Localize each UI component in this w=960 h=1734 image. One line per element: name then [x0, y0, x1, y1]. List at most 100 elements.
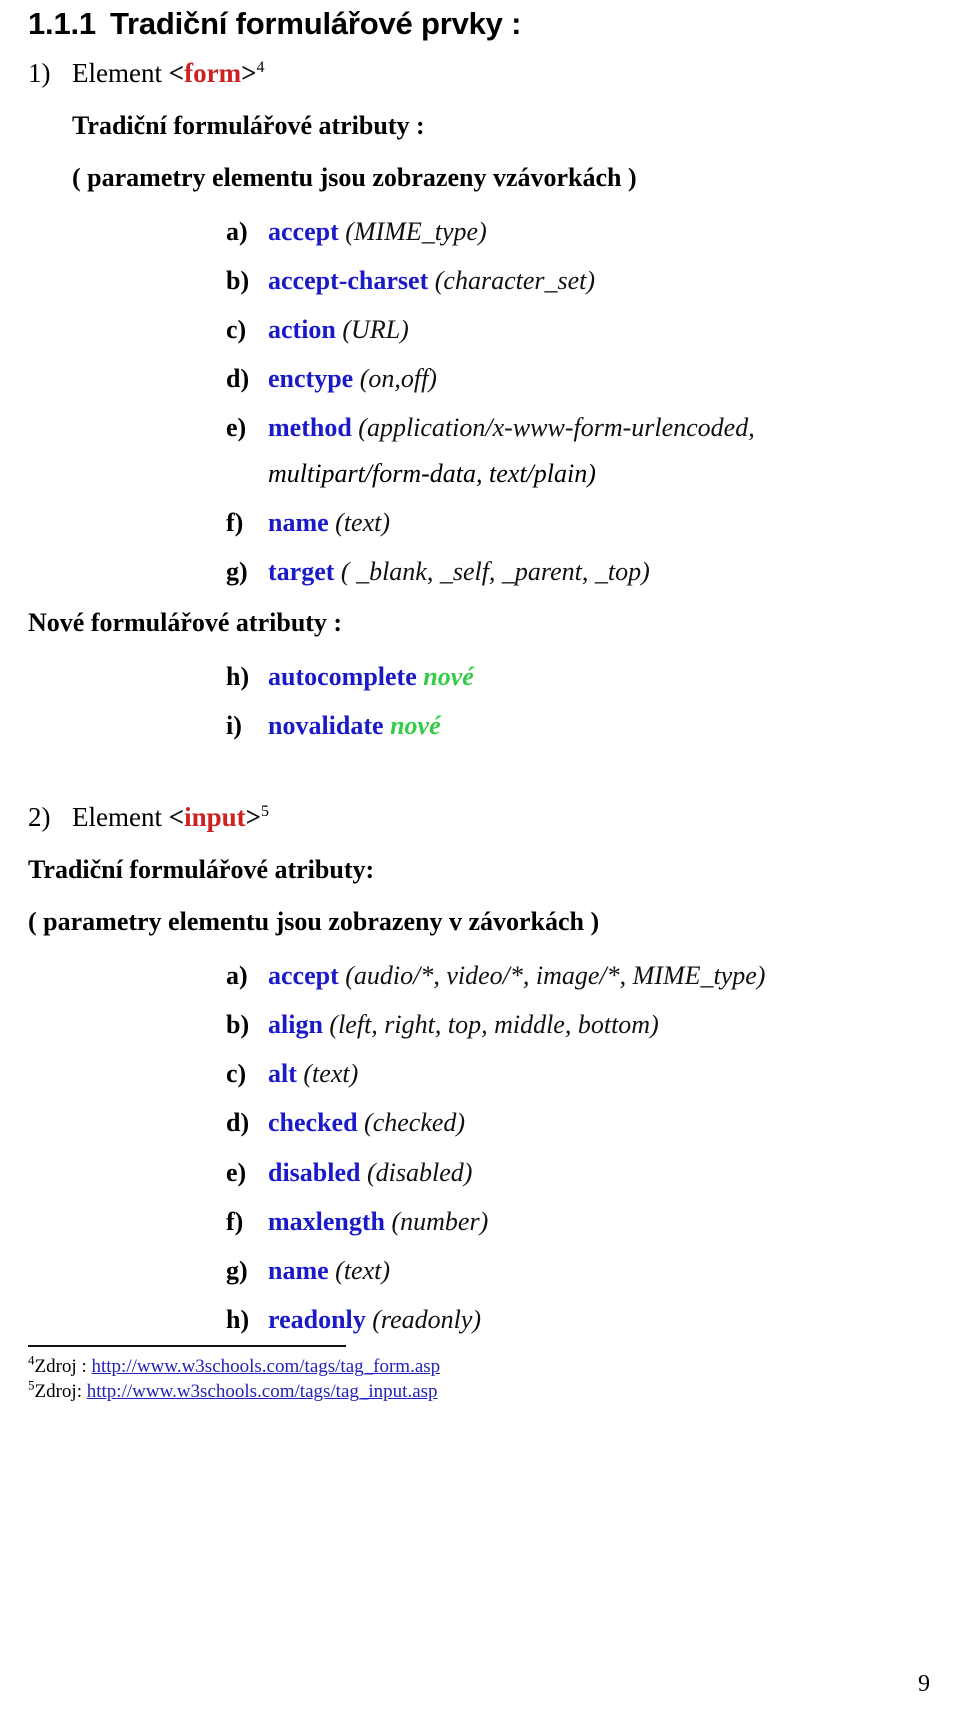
attribute-name: autocomplete	[268, 661, 417, 691]
attribute-params: (text)	[335, 507, 391, 537]
heading-text: Tradiční formulářové prvky :	[109, 6, 522, 41]
list-marker: e)	[226, 413, 247, 443]
list-item: g) target ( _blank, _self, _parent, _top)	[28, 557, 932, 586]
attribute-params: (application/x-www-form-urlencoded,	[358, 413, 755, 443]
section-1-new-attributes-heading: Nové formulářové atributy :	[28, 607, 343, 637]
list-marker: i)	[226, 710, 242, 740]
attribute-name: accept	[268, 961, 339, 991]
attribute-name: action	[268, 315, 336, 345]
section-2-paren-note: ( parametry elementu jsou zobrazeny v zá…	[28, 907, 600, 937]
list-marker: e)	[226, 1157, 247, 1187]
list-item: b) accept-charset (character_set)	[28, 266, 932, 295]
angle-close-icon: >	[241, 58, 257, 88]
attribute-name: maxlength	[268, 1206, 385, 1236]
list-marker: d)	[226, 364, 250, 394]
list-item: b) align (left, right, top, middle, botto…	[28, 1010, 932, 1039]
section-2-tag-name: input	[184, 802, 246, 833]
list-marker: d)	[226, 1108, 250, 1138]
list-marker: g)	[226, 1255, 248, 1285]
footnote-ref-4[interactable]: 4	[256, 59, 264, 76]
list-item: f) name (text)	[28, 508, 932, 537]
list-marker: c)	[226, 1059, 247, 1089]
section-2-element-line: 2) Element <input>5	[28, 802, 932, 833]
attribute-name: method	[268, 413, 352, 443]
attribute-name: readonly	[268, 1304, 366, 1334]
footnote-block: 4Zdroj : http://www.w3schools.com/tags/t…	[28, 1345, 728, 1404]
attribute-params: (MIME_type)	[345, 217, 487, 246]
list-item: h) readonly (readonly)	[28, 1305, 932, 1334]
attribute-name: alt	[268, 1059, 297, 1089]
attribute-params: (audio/*, video/*, image/*, MIME_type)	[345, 961, 766, 991]
list-marker: h)	[226, 661, 250, 691]
footnote-4: 4Zdroj : http://www.w3schools.com/tags/t…	[28, 1354, 728, 1379]
heading-number: 1.1.1	[28, 6, 96, 41]
list-item: g) name (text)	[28, 1256, 932, 1285]
attribute-params: (text)	[335, 1255, 391, 1285]
attribute-name: align	[268, 1010, 323, 1040]
new-badge: nové	[423, 661, 474, 691]
attribute-params: ( _blank, _self, _parent, _top)	[340, 556, 650, 586]
attribute-params: (readonly)	[372, 1304, 482, 1334]
section-2-attribute-list: a) accept (audio/*, video/*, image/*, MIM…	[28, 961, 932, 1334]
section-2-marker: 2)	[28, 802, 51, 833]
section-2-sub-heading: Tradiční formulářové atributy:	[28, 855, 375, 885]
footnote-4-link[interactable]: http://www.w3schools.com/tags/tag_form.a…	[92, 1356, 441, 1377]
attribute-params: (disabled)	[367, 1157, 473, 1187]
angle-open-icon: <	[168, 802, 185, 833]
section-1-tag-name: form	[184, 58, 242, 88]
attribute-name: name	[268, 507, 329, 537]
list-item: d) checked (checked)	[28, 1108, 932, 1137]
section-1-sub-heading: Tradiční formulářové atributy :	[72, 111, 425, 140]
list-item: a) accept (MIME_type)	[28, 217, 932, 246]
list-item: f) maxlength (number)	[28, 1207, 932, 1236]
list-item: a) accept (audio/*, video/*, image/*, MIM…	[28, 961, 932, 990]
attribute-name: disabled	[268, 1157, 361, 1187]
attribute-params: (character_set)	[434, 266, 596, 296]
attribute-name: name	[268, 1255, 329, 1285]
attribute-name: enctype	[268, 364, 354, 394]
list-item: d) enctype (on,off)	[28, 364, 932, 393]
list-item: c) alt (text)	[28, 1059, 932, 1088]
list-marker: f)	[226, 1206, 244, 1236]
attribute-params: (left, right, top, middle, bottom)	[329, 1010, 659, 1040]
footnote-separator	[28, 1345, 346, 1348]
footnote-ref-5[interactable]: 5	[261, 803, 269, 820]
list-marker: g)	[226, 556, 248, 586]
section-1-attribute-list: a) accept (MIME_type) b) accept-charset (c…	[28, 217, 932, 586]
footnote-5-label: Zdroj:	[34, 1380, 87, 1402]
attribute-name: target	[268, 556, 335, 586]
list-marker: c)	[226, 315, 247, 345]
section-2-element-prefix: Element	[72, 802, 169, 833]
attribute-name: novalidate	[268, 710, 384, 740]
section-1-element-line: 1) Element <form>4	[28, 58, 932, 89]
section-1-element-prefix: Element	[72, 58, 169, 88]
attribute-params: (text)	[303, 1059, 359, 1089]
footnote-5-link[interactable]: http://www.w3schools.com/tags/tag_input.…	[87, 1381, 438, 1402]
attribute-name: accept	[268, 217, 339, 246]
list-marker: a)	[226, 961, 248, 991]
list-item: c) action (URL)	[28, 315, 932, 344]
attribute-params-continuation: multipart/form-data, text/plain)	[268, 458, 596, 488]
list-marker: f)	[226, 507, 244, 537]
page-number: 9	[918, 1671, 930, 1697]
attribute-params: (on,off)	[359, 364, 437, 394]
section-1-marker: 1)	[28, 58, 51, 88]
list-item: e) disabled (disabled)	[28, 1158, 932, 1187]
attribute-name: accept-charset	[268, 266, 429, 296]
list-item: e) method (application/x-www-form-urlenco…	[28, 413, 932, 487]
list-marker: b)	[226, 1010, 250, 1040]
list-marker: a)	[226, 217, 248, 246]
list-marker: b)	[226, 266, 250, 296]
attribute-params: (number)	[391, 1206, 489, 1236]
page-title: 1.1.1 Tradiční formulářové prvky :	[28, 0, 932, 42]
new-badge: nové	[390, 710, 441, 740]
attribute-params: (URL)	[342, 315, 409, 345]
section-1-new-attribute-list: h) autocomplete nové i) novalidate nové	[28, 662, 932, 740]
list-item: i) novalidate nové	[28, 711, 932, 740]
document-page: 1.1.1 Tradiční formulářové prvky : 1) Elem…	[0, 0, 960, 1734]
attribute-params: (checked)	[364, 1108, 466, 1138]
list-marker: h)	[226, 1304, 250, 1334]
section-1-paren-note: ( parametry elementu jsou zobrazeny vzáv…	[72, 163, 637, 192]
angle-open-icon: <	[168, 58, 185, 88]
